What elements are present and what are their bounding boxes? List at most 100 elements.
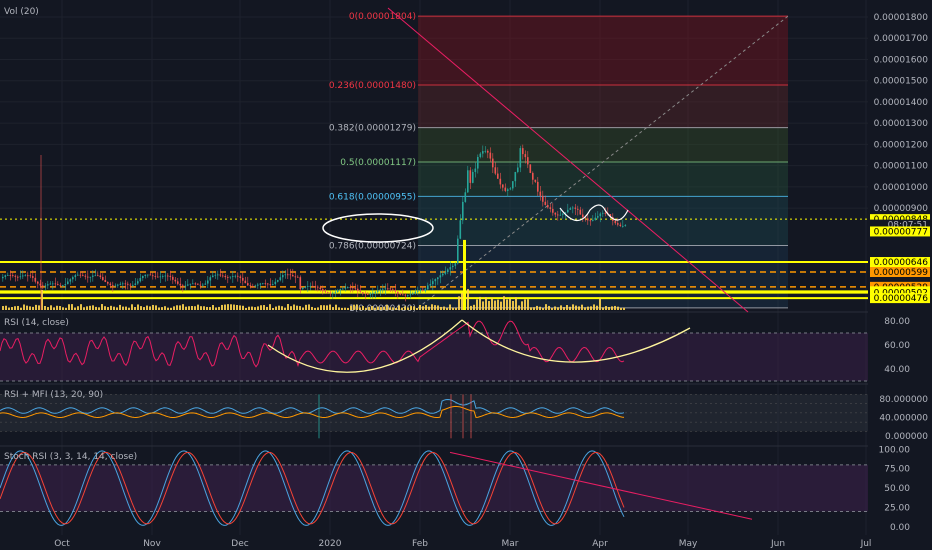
volume-bar (410, 306, 412, 310)
candle-body (429, 284, 432, 286)
candle-body (469, 170, 472, 183)
candle-body (309, 285, 312, 287)
candle-body (359, 291, 362, 293)
volume-bar (587, 306, 589, 310)
volume-bar (248, 306, 250, 310)
candle-body (364, 293, 367, 295)
volume-bar (146, 305, 148, 310)
volume-bar (203, 306, 205, 310)
candle-body (104, 279, 107, 283)
volume-bar (536, 305, 538, 310)
candle-body (577, 208, 579, 210)
volume-bar (107, 307, 109, 310)
volume-bar (32, 306, 34, 310)
volume-bar (569, 306, 571, 310)
volume-bar (515, 297, 517, 310)
candle-body (424, 289, 427, 291)
volume-bar (497, 299, 499, 310)
volume-bar (353, 304, 355, 310)
candle-body (157, 276, 159, 278)
candle-body (19, 276, 22, 278)
rsi-axis-label: 80.00 (884, 317, 910, 327)
candle-body (254, 285, 257, 287)
candle-body (387, 288, 389, 290)
volume-bar (329, 304, 331, 310)
volume-bar (437, 305, 439, 310)
candle-body (554, 212, 557, 215)
volume-bar (287, 304, 289, 310)
volume-bar (14, 306, 16, 310)
volume-bar (578, 306, 580, 310)
volume-bar (302, 307, 304, 310)
candle-body (114, 285, 117, 287)
candle-body (319, 287, 322, 290)
candle-body (372, 292, 374, 294)
volume-bar (152, 304, 154, 310)
candle-body (262, 283, 264, 285)
candle-body (492, 158, 494, 168)
candle-body (462, 201, 464, 221)
volume-bar (347, 307, 349, 310)
volume-bar (374, 307, 376, 310)
volume-bar (245, 307, 247, 310)
candle-body (507, 189, 509, 191)
volume-bar (554, 306, 556, 310)
volume-bar (212, 305, 214, 310)
price-panel-title: Vol (20) (4, 7, 39, 17)
candle-body (357, 288, 359, 292)
candle-body (239, 276, 242, 278)
volume-bar (461, 292, 463, 310)
candle-body (194, 283, 197, 285)
candle-body (419, 290, 422, 291)
candle-body (527, 157, 529, 165)
candle-body (49, 283, 52, 285)
candle-body (192, 283, 194, 285)
candle-body (434, 279, 437, 282)
volume-bar (179, 305, 181, 310)
volume-spike-bar (463, 239, 466, 310)
tradingview-chart[interactable]: 0(0.00001804) 0.236(0.00001480) 0.382(0.00… (0, 0, 932, 550)
candle-body (367, 293, 369, 295)
rsi-panel-title: RSI (14, close) (4, 318, 69, 328)
volume-bar (368, 306, 370, 310)
candle-body (317, 286, 319, 288)
candle-body (602, 212, 604, 214)
volume-bar (59, 306, 61, 310)
volume-bar (320, 305, 322, 310)
price-axis-label: 0.00001400 (874, 98, 929, 108)
price-axis-label: 0.00001300 (874, 119, 929, 129)
price-axis[interactable]: 0.00001800 0.00001700 0.00001600 0.00001500… (868, 0, 932, 550)
volume-bar (452, 307, 454, 310)
volume-bar (485, 297, 487, 310)
volume-bar (266, 306, 268, 310)
volume-bar (86, 306, 88, 310)
volume-bar (269, 304, 271, 310)
rsi-mfi-axis-label: 80.000000 (879, 395, 928, 405)
volume-bar (392, 307, 394, 310)
rsi-mfi-signal-bar (450, 394, 452, 439)
volume-bar (131, 304, 133, 310)
candle-body (437, 277, 439, 280)
volume-bar (551, 307, 553, 310)
volume-bar (134, 307, 136, 310)
candle-body (389, 288, 392, 290)
candle-body (614, 220, 617, 224)
volume-bar (125, 306, 127, 310)
candle-body (552, 208, 554, 213)
candle-body (54, 283, 57, 285)
volume-bar (542, 307, 544, 310)
volume-bar (149, 306, 151, 310)
candle-body (557, 214, 559, 216)
candle-body (307, 286, 309, 287)
price-tag-label: 0.00000777 (874, 227, 928, 237)
volume-bar (263, 305, 265, 310)
candle-body (349, 287, 352, 288)
volume-bar (116, 307, 118, 310)
candle-body (397, 291, 399, 294)
candle-body (579, 209, 582, 215)
volume-bar (278, 305, 280, 310)
volume-bar (308, 304, 310, 310)
candle-body (369, 293, 372, 295)
candle-body (512, 181, 514, 189)
candle-body (447, 269, 449, 273)
